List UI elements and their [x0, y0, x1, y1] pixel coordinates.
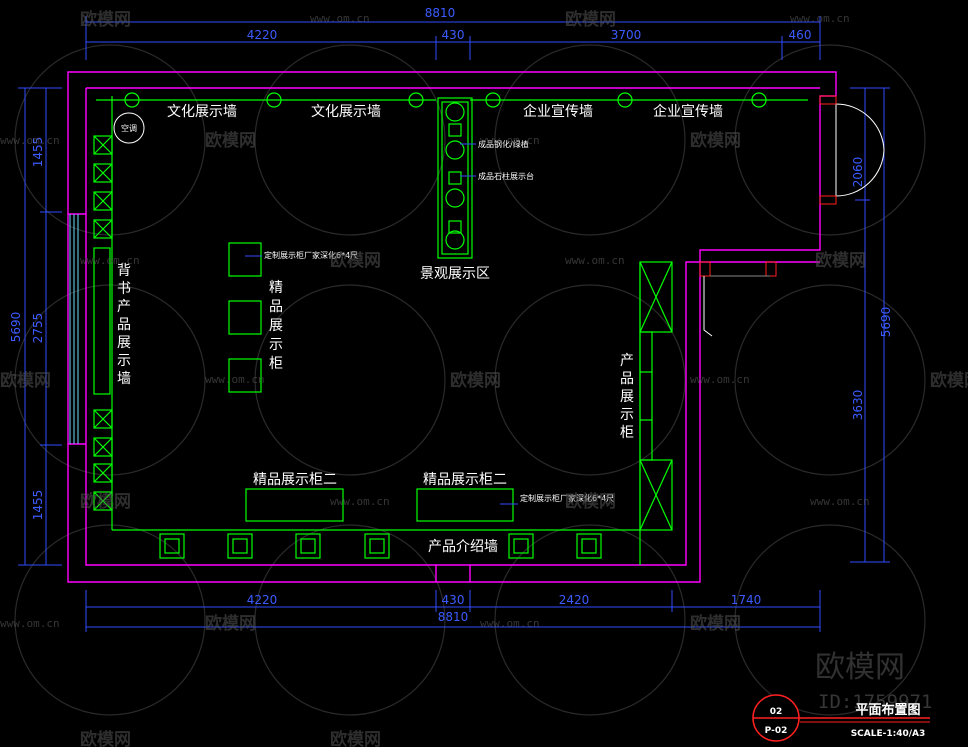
watermark-url: www.om.cn [80, 254, 140, 267]
sheet-number: 02 [770, 707, 783, 717]
boutique-char: 柜 [269, 356, 283, 372]
top-dimension-3: 3700 [611, 28, 642, 42]
culture-wall-label-2: 文化展示墙 [311, 104, 381, 120]
product-cabinet-label: 产 品 展 示 柜 [620, 353, 634, 441]
culture-wall-label-1: 文化展示墙 [167, 104, 237, 120]
air-conditioner-label: 空调 [121, 123, 137, 133]
left-display-wall [93, 96, 113, 530]
bottom-dimension-4: 1740 [731, 593, 762, 607]
product-cabinet-right [639, 261, 673, 565]
bottom-dimension-2: 430 [442, 593, 465, 607]
bottom-dimension-3: 2420 [559, 593, 590, 607]
back-wall-char: 展 [117, 335, 131, 351]
watermark-url: www.om.cn [565, 254, 625, 267]
watermark-url: www.om.cn [205, 373, 265, 386]
watermark-brand: 欧模网 [330, 729, 381, 747]
right-total-dimension: 5690 [879, 307, 893, 338]
boutique-two-label-right: 精品展示柜二 [423, 472, 507, 488]
back-wall-char: 示 [117, 353, 131, 369]
boutique-char: 精 [269, 280, 283, 296]
back-wall-label: 背 书 产 品 展 示 墙 [117, 263, 131, 387]
left-dimension-2: 2755 [31, 313, 45, 344]
watermark-url: www.om.cn [790, 12, 850, 25]
top-total-dimension: 8810 [425, 6, 456, 20]
boutique-cabinets [228, 242, 262, 393]
left-total-dimension: 5690 [9, 312, 23, 343]
corporate-wall-label-1: 企业宣传墙 [523, 103, 593, 120]
right-dimension-1: 2060 [851, 157, 865, 188]
back-wall-char: 墙 [117, 371, 131, 387]
watermark-layer: 欧模网 www.om.cn 欧模网 www.om.cn www.om.cn 欧模… [0, 9, 968, 747]
landscape-note-2: 成品石柱展示台 [478, 171, 534, 181]
bottom-dimension-1: 4220 [247, 593, 278, 607]
watermark-brand: 欧模网 [205, 613, 256, 634]
boutique-char: 展 [269, 318, 283, 334]
watermark-url: www.om.cn [480, 134, 540, 147]
watermark-url: www.om.cn [480, 617, 540, 630]
watermark-url: www.om.cn [690, 373, 750, 386]
watermark-brand: 欧模网 [565, 9, 616, 30]
left-dimension-3: 1455 [31, 490, 45, 521]
watermark-brand: 欧模网 [450, 370, 501, 391]
watermark-url: www.om.cn [0, 617, 60, 630]
watermark-brand: 欧模网 [205, 130, 256, 151]
floor-plan-drawing: 8810 4220 430 3700 460 4220 430 2420 174… [0, 6, 968, 747]
watermark-brand: 欧模网 [930, 370, 968, 391]
product-intro-wall-label: 产品介绍墙 [428, 539, 498, 555]
watermark-brand: 欧模网 [690, 613, 741, 634]
watermark-brand: 欧模网 [80, 491, 131, 512]
product-cabinet-char: 产 [620, 353, 634, 369]
top-dimension-4: 460 [789, 28, 812, 42]
watermark-brand: 欧模网 [565, 491, 616, 512]
watermark-brand: 欧模网 [80, 729, 131, 747]
landscape-area-label: 景观展示区 [420, 266, 490, 282]
watermark-url: www.om.cn [330, 495, 390, 508]
drawing-scale: SCALE-1:40/A3 [851, 729, 926, 739]
top-dimension-2: 430 [442, 28, 465, 42]
back-wall-char: 品 [117, 317, 131, 333]
watermark-url: www.om.cn [0, 134, 60, 147]
boutique-two-label-left: 精品展示柜二 [253, 472, 337, 488]
watermark-brand: 欧模网 [0, 370, 51, 391]
boutique-cabinet-label: 精 品 展 示 柜 [269, 280, 283, 372]
page-number: P-02 [765, 726, 788, 736]
corporate-wall-label-2: 企业宣传墙 [653, 103, 723, 120]
back-wall-char: 产 [117, 299, 131, 315]
watermark-brand: 欧模网 [690, 130, 741, 151]
watermark-brand: 欧模网 [815, 250, 866, 271]
product-intro-wall [112, 529, 640, 559]
product-cabinet-char: 示 [620, 407, 634, 423]
watermark-url: www.om.cn [310, 12, 370, 25]
right-dimension-2: 3630 [851, 390, 865, 421]
product-cabinet-char: 柜 [620, 425, 634, 441]
product-cabinet-char: 展 [620, 389, 634, 405]
watermark-url: www.om.cn [810, 495, 870, 508]
drawing-title: 平面布置图 [855, 702, 920, 718]
product-cabinet-char: 品 [620, 371, 634, 387]
watermark-brand: 欧模网 [80, 9, 131, 30]
left-window [69, 214, 79, 444]
watermark-brand-large: 欧模网 [815, 650, 905, 685]
back-wall-char: 书 [117, 281, 131, 297]
boutique-char: 品 [269, 299, 283, 315]
watermark-brand: 欧模网 [330, 250, 381, 271]
top-dimension-1: 4220 [247, 28, 278, 42]
bottom-total-dimension: 8810 [438, 610, 469, 624]
boutique-char: 示 [269, 337, 283, 353]
